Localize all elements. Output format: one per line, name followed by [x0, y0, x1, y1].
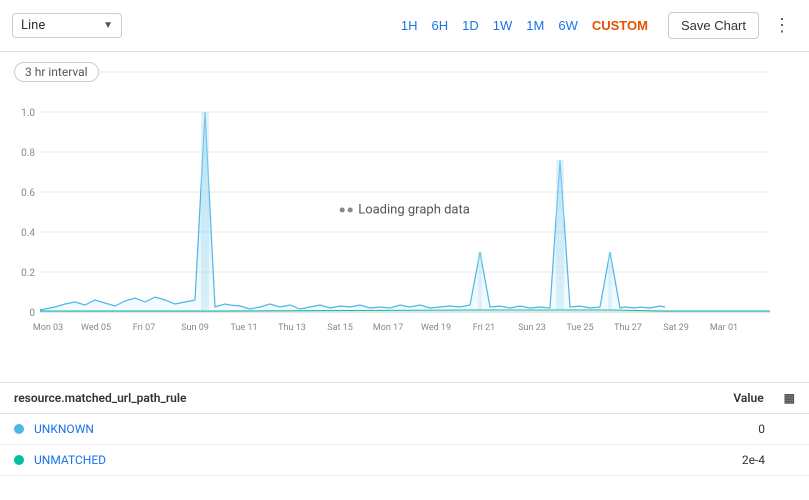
svg-text:0: 0 — [29, 308, 35, 319]
svg-text:Mon 03: Mon 03 — [33, 323, 63, 333]
svg-text:Thu 27: Thu 27 — [614, 323, 642, 333]
legend-value-unmatched: 2e-4 — [742, 453, 765, 467]
svg-text:Tue 11: Tue 11 — [230, 323, 257, 333]
legend-header-value: Value — [733, 391, 763, 405]
svg-text:Sun 09: Sun 09 — [181, 323, 209, 333]
svg-text:Mar 01: Mar 01 — [710, 323, 738, 333]
svg-text:Sun 23: Sun 23 — [518, 323, 546, 333]
legend-area: resource.matched_url_path_rule Value ▦ U… — [0, 382, 809, 476]
interval-badge: 3 hr interval — [14, 62, 99, 82]
svg-text:1.0: 1.0 — [21, 108, 35, 119]
svg-text:Sat 15: Sat 15 — [327, 323, 353, 333]
loading-dots-icon — [339, 208, 352, 213]
more-options-button[interactable]: ⋮ — [767, 13, 797, 38]
time-range-buttons: 1H 6H 1D 1W 1M 6W CUSTOM — [397, 16, 652, 35]
legend-value-unknown: 0 — [758, 422, 765, 436]
legend-header-label: resource.matched_url_path_rule — [14, 391, 733, 405]
time-range-custom[interactable]: CUSTOM — [588, 16, 652, 35]
svg-text:0.2: 0.2 — [21, 268, 35, 279]
chart-area: 3 hr interval Loading graph data 1.2 1.0… — [0, 52, 809, 382]
svg-text:Fri 07: Fri 07 — [133, 323, 155, 333]
legend-name-unmatched[interactable]: UNMATCHED — [34, 453, 742, 467]
loading-text: Loading graph data — [358, 203, 470, 218]
chart-type-label: Line — [21, 18, 45, 33]
loading-label: Loading graph data — [339, 203, 470, 218]
list-item: UNMATCHED 2e-4 — [0, 445, 809, 476]
time-range-1w[interactable]: 1W — [489, 16, 517, 35]
time-range-1h[interactable]: 1H — [397, 16, 422, 35]
chart-type-dropdown[interactable]: Line ▼ — [12, 13, 122, 38]
svg-text:Sat 29: Sat 29 — [663, 323, 689, 333]
column-options-icon[interactable]: ▦ — [784, 391, 795, 405]
svg-text:0.4: 0.4 — [21, 228, 35, 239]
svg-text:Fri 21: Fri 21 — [473, 323, 495, 333]
save-chart-button[interactable]: Save Chart — [668, 12, 759, 39]
time-range-1m[interactable]: 1M — [522, 16, 548, 35]
svg-text:Thu 13: Thu 13 — [278, 323, 306, 333]
list-item: UNKNOWN 0 — [0, 414, 809, 445]
svg-text:Mon 17: Mon 17 — [373, 323, 403, 333]
toolbar: Line ▼ 1H 6H 1D 1W 1M 6W CUSTOM Save Cha… — [0, 0, 809, 52]
time-range-6w[interactable]: 6W — [554, 16, 582, 35]
svg-text:0.6: 0.6 — [21, 188, 35, 199]
time-range-6h[interactable]: 6H — [428, 16, 453, 35]
svg-text:Tue 25: Tue 25 — [566, 323, 593, 333]
legend-name-unknown[interactable]: UNKNOWN — [34, 422, 758, 436]
svg-text:Wed 19: Wed 19 — [421, 323, 451, 333]
time-range-1d[interactable]: 1D — [458, 16, 483, 35]
legend-dot-unmatched — [14, 455, 24, 465]
chevron-down-icon: ▼ — [103, 20, 113, 31]
legend-header: resource.matched_url_path_rule Value ▦ — [0, 383, 809, 414]
svg-text:0.8: 0.8 — [21, 148, 35, 159]
legend-dot-unknown — [14, 424, 24, 434]
svg-text:Wed 05: Wed 05 — [81, 323, 111, 333]
